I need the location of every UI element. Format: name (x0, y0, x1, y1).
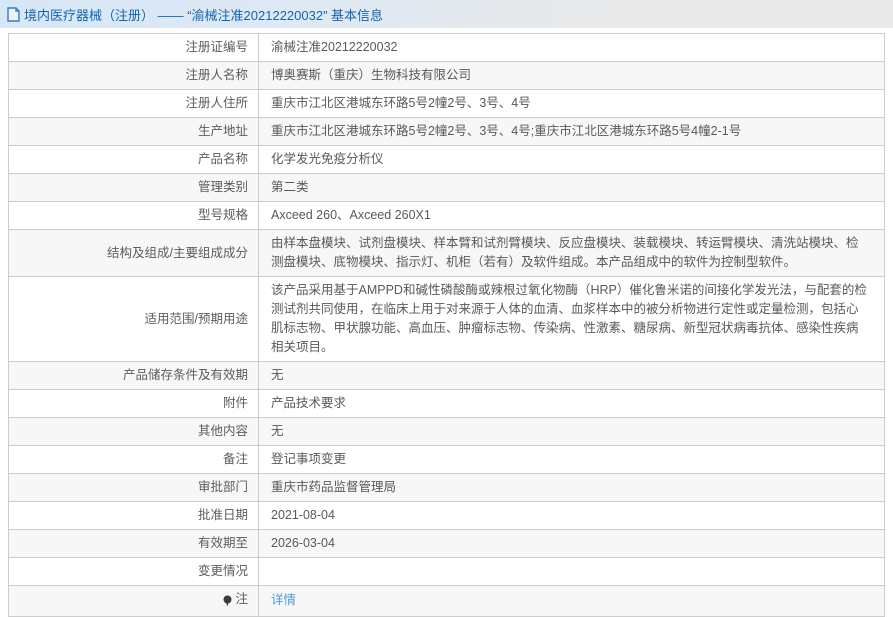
field-label: 生产地址 (8, 117, 259, 146)
table-row: 注册人名称 博奥赛斯（重庆）生物科技有限公司 (8, 61, 885, 90)
field-label: 备注 (8, 445, 259, 474)
field-label: 结构及组成/主要组成成分 (8, 229, 259, 277)
document-icon (7, 6, 20, 22)
table-row: 型号规格 Axceed 260、Axceed 260X1 (8, 201, 885, 230)
field-label: 注册人名称 (8, 61, 259, 90)
field-value: 登记事项变更 (258, 445, 885, 474)
table-row: 备注 登记事项变更 (8, 445, 885, 474)
field-value: 2026-03-04 (258, 529, 885, 558)
field-label: 产品名称 (8, 145, 259, 174)
field-label: 有效期至 (8, 529, 259, 558)
table-row: 管理类别 第二类 (8, 173, 885, 202)
field-value: 2021-08-04 (258, 501, 885, 530)
field-value: Axceed 260、Axceed 260X1 (258, 201, 885, 230)
table-row: 审批部门 重庆市药品监督管理局 (8, 473, 885, 502)
field-label: 变更情况 (8, 557, 259, 586)
field-value: 渝械注准20212220032 (258, 33, 885, 62)
field-label: 注册人住所 (8, 89, 259, 118)
table-row: 结构及组成/主要组成成分 由样本盘模块、试剂盘模块、样本臂和试剂臂模块、反应盘模… (8, 229, 885, 277)
table-row: 其他内容 无 (8, 417, 885, 446)
field-value: 由样本盘模块、试剂盘模块、样本臂和试剂臂模块、反应盘模块、装载模块、转运臂模块、… (258, 229, 885, 277)
field-value: 博奥赛斯（重庆）生物科技有限公司 (258, 61, 885, 90)
registration-info-table: 注册证编号 渝械注准20212220032 注册人名称 博奥赛斯（重庆）生物科技… (8, 33, 885, 617)
detail-link[interactable]: 详情 (271, 593, 296, 607)
table-row: 注册人住所 重庆市江北区港城东环路5号2幢2号、3号、4号 (8, 89, 885, 118)
field-value: 该产品采用基于AMPPD和碱性磷酸酶或辣根过氧化物酶（HRP）催化鲁米诺的间接化… (258, 276, 885, 362)
table-row: 适用范围/预期用途 该产品采用基于AMPPD和碱性磷酸酶或辣根过氧化物酶（HRP… (8, 276, 885, 362)
field-label: 审批部门 (8, 473, 259, 502)
field-label: 附件 (8, 389, 259, 418)
table-row: 批准日期 2021-08-04 (8, 501, 885, 530)
field-value: 无 (258, 417, 885, 446)
field-value: 无 (258, 361, 885, 390)
field-value: 第二类 (258, 173, 885, 202)
table-row-note: 注 详情 (8, 585, 885, 617)
field-value: 重庆市江北区港城东环路5号2幢2号、3号、4号 (258, 89, 885, 118)
field-value: 重庆市药品监督管理局 (258, 473, 885, 502)
table-row: 有效期至 2026-03-04 (8, 529, 885, 558)
field-label: 其他内容 (8, 417, 259, 446)
field-label: 批准日期 (8, 501, 259, 530)
page-header: 境内医疗器械（注册） —— “渝械注准20212220032” 基本信息 (0, 0, 893, 28)
table-row: 生产地址 重庆市江北区港城东环路5号2幢2号、3号、4号;重庆市江北区港城东环路… (8, 117, 885, 146)
table-row: 产品储存条件及有效期 无 (8, 361, 885, 390)
table-row: 产品名称 化学发光免疫分析仪 (8, 145, 885, 174)
note-label: 注 (235, 592, 248, 606)
field-value: 化学发光免疫分析仪 (258, 145, 885, 174)
field-label: 注 (8, 585, 259, 617)
field-label: 适用范围/预期用途 (8, 276, 259, 362)
field-label: 管理类别 (8, 173, 259, 202)
field-value: 详情 (258, 585, 885, 617)
table-row: 注册证编号 渝械注准20212220032 (8, 33, 885, 62)
field-label: 注册证编号 (8, 33, 259, 62)
field-value: 产品技术要求 (258, 389, 885, 418)
field-label: 型号规格 (8, 201, 259, 230)
table-row: 附件 产品技术要求 (8, 389, 885, 418)
page-title: 境内医疗器械（注册） —— “渝械注准20212220032” 基本信息 (24, 7, 384, 23)
table-row: 变更情况 (8, 557, 885, 586)
field-label: 产品储存条件及有效期 (8, 361, 259, 390)
field-value: 重庆市江北区港城东环路5号2幢2号、3号、4号;重庆市江北区港城东环路5号4幢2… (258, 117, 885, 146)
field-value (258, 557, 885, 586)
note-icon (223, 595, 232, 607)
